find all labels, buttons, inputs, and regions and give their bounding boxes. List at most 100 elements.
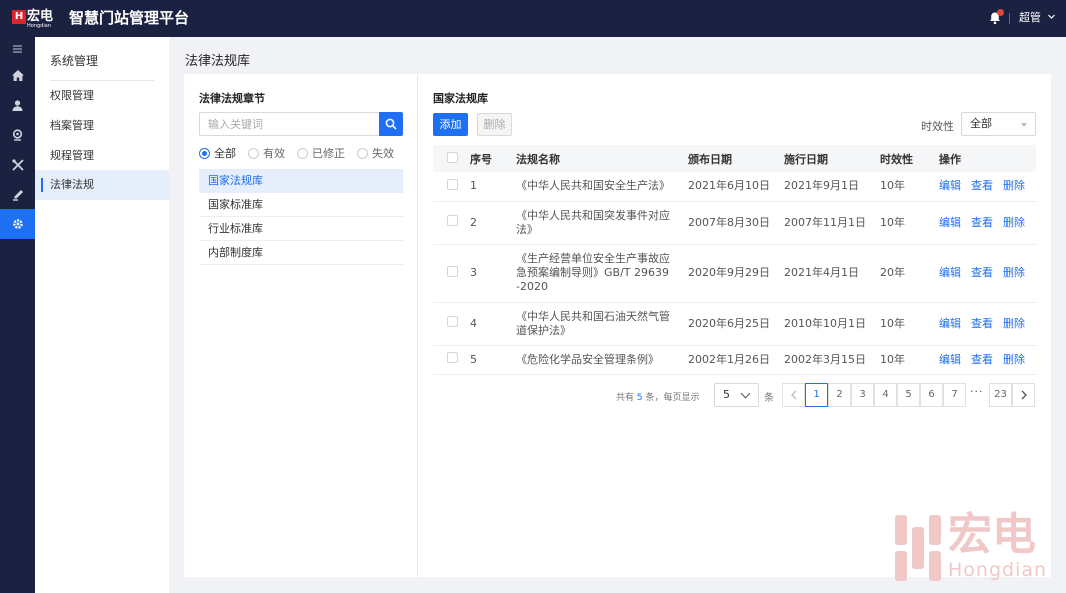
watermark-text: 宏电 <box>948 509 1036 560</box>
page-button-23[interactable]: 23 <box>989 383 1012 407</box>
col-effective: 施行日期 <box>784 145 880 172</box>
chevron-right-icon <box>1021 390 1027 400</box>
page-button-4[interactable]: 4 <box>874 383 897 407</box>
chevron-down-icon <box>1047 14 1055 19</box>
header-divider <box>1009 13 1010 24</box>
row-checkbox[interactable] <box>447 352 458 363</box>
table-row: 2 《中华人民共和国突发事件对应法》 2007年8月30日 2007年11月1日… <box>433 201 1036 245</box>
filter-invalid-radio[interactable]: 失效 <box>357 145 394 161</box>
user-name: 超管 <box>1019 11 1041 24</box>
watermark-subtext: Hongdian <box>948 559 1048 581</box>
page-button-7[interactable]: 7 <box>943 383 966 407</box>
table-row: 4 《中华人民共和国石油天然气管道保护法》 2020年6月25日 2010年10… <box>433 302 1036 346</box>
search-icon <box>385 118 397 130</box>
location-icon[interactable] <box>0 120 35 150</box>
search-button[interactable] <box>379 112 403 136</box>
category-national-standards[interactable]: 国家标准库 <box>199 193 403 217</box>
sidebar-menu: 系统管理 权限管理 档案管理 规程管理 法律法规 <box>35 37 169 593</box>
logo-text: 宏电 <box>27 9 54 24</box>
next-page-button[interactable] <box>1012 383 1035 407</box>
table-row: 3 《生产经营单位安全生产事故应急预案编制导则》GB/T 29639-2020 … <box>433 244 1036 303</box>
page-button-1[interactable]: 1 <box>805 383 828 407</box>
add-button[interactable]: 添加 <box>433 113 468 136</box>
chevron-left-icon <box>790 390 796 400</box>
panel-divider <box>417 74 418 577</box>
chevron-down-icon <box>740 388 751 399</box>
brand-watermark: 宏电 Hongdian <box>893 511 1055 583</box>
view-link[interactable]: 查看 <box>971 216 993 229</box>
chapters-title: 法律法规章节 <box>199 92 265 105</box>
logo-subtext: Hongdian <box>27 23 51 29</box>
page-button-3[interactable]: 3 <box>851 383 874 407</box>
notification-badge <box>997 9 1004 16</box>
category-industry-standards[interactable]: 行业标准库 <box>199 217 403 241</box>
notification-bell-icon[interactable] <box>988 9 1004 25</box>
view-link[interactable]: 查看 <box>971 353 993 366</box>
logo-mark: H <box>12 10 26 24</box>
app-title: 智慧门站管理平台 <box>69 9 190 27</box>
table-row: 1 《中华人民共和国安全生产法》 2021年6月10日 2021年9月1日 10… <box>433 172 1036 202</box>
page-button-5[interactable]: 5 <box>897 383 920 407</box>
col-actions: 操作 <box>939 145 1036 172</box>
delete-link[interactable]: 删除 <box>1003 179 1025 192</box>
laws-table: 序号 法规名称 颁布日期 施行日期 时效性 操作 1 《中华人民共和国安全生产法… <box>433 145 1036 375</box>
view-link[interactable]: 查看 <box>971 179 993 192</box>
menu-toggle-icon[interactable] <box>0 37 35 61</box>
page-size-select[interactable]: 5 <box>714 383 759 407</box>
sidebar-item-archives[interactable]: 档案管理 <box>35 111 169 141</box>
search-input[interactable] <box>199 112 379 136</box>
delete-link[interactable]: 删除 <box>1003 317 1025 330</box>
view-link[interactable]: 查看 <box>971 317 993 330</box>
sidebar-item-permissions[interactable]: 权限管理 <box>35 81 169 111</box>
page-title: 法律法规库 <box>185 54 251 69</box>
pagination-ellipsis: ··· <box>970 385 984 398</box>
dropdown-arrow-icon <box>1021 123 1027 127</box>
library-title: 国家法规库 <box>433 92 488 105</box>
sidebar-item-procedures[interactable]: 规程管理 <box>35 141 169 171</box>
edit-link[interactable]: 编辑 <box>939 216 961 229</box>
top-bar: H 宏电 Hongdian 智慧门站管理平台 超管 <box>0 0 1066 37</box>
gear-icon[interactable] <box>0 209 35 239</box>
filter-all-radio[interactable]: 全部 <box>199 145 236 161</box>
row-checkbox[interactable] <box>447 316 458 327</box>
validity-filter-label: 时效性 <box>921 120 954 133</box>
col-validity: 时效性 <box>880 145 939 172</box>
edit-link[interactable]: 编辑 <box>939 317 961 330</box>
edit-link[interactable]: 编辑 <box>939 353 961 366</box>
col-index: 序号 <box>470 145 516 172</box>
user-menu[interactable]: 超管 <box>1019 11 1056 25</box>
category-internal-rules[interactable]: 内部制度库 <box>199 241 403 265</box>
watermark-logo-icon <box>895 515 941 581</box>
prev-page-button[interactable] <box>782 383 805 407</box>
tools-icon[interactable] <box>0 150 35 180</box>
edit-link[interactable]: 编辑 <box>939 179 961 192</box>
pagination-total: 共有 5 条，每页显示 <box>616 393 700 403</box>
select-all-checkbox[interactable] <box>447 151 458 163</box>
category-national-laws[interactable]: 国家法规库 <box>199 169 403 193</box>
validity-select[interactable]: 全部 <box>961 112 1036 136</box>
page-size-unit: 条 <box>764 393 774 404</box>
pen-icon[interactable] <box>0 180 35 210</box>
home-icon[interactable] <box>0 60 35 90</box>
delete-link[interactable]: 删除 <box>1003 266 1025 279</box>
delete-link[interactable]: 删除 <box>1003 353 1025 366</box>
row-checkbox[interactable] <box>447 215 458 226</box>
brand-logo: H 宏电 Hongdian <box>12 9 56 29</box>
edit-link[interactable]: 编辑 <box>939 266 961 279</box>
status-filter: 全部 有效 已修正 失效 <box>199 145 406 161</box>
delete-link[interactable]: 删除 <box>1003 216 1025 229</box>
page-button-2[interactable]: 2 <box>828 383 851 407</box>
col-published: 颁布日期 <box>688 145 784 172</box>
table-header: 序号 法规名称 颁布日期 施行日期 时效性 操作 <box>433 145 1036 172</box>
user-icon[interactable] <box>0 90 35 120</box>
icon-sidebar <box>0 37 35 593</box>
sidebar-item-laws[interactable]: 法律法规 <box>35 170 169 200</box>
view-link[interactable]: 查看 <box>971 266 993 279</box>
row-checkbox[interactable] <box>447 265 458 277</box>
delete-button[interactable]: 删除 <box>477 113 512 136</box>
page-button-6[interactable]: 6 <box>920 383 943 407</box>
filter-amended-radio[interactable]: 已修正 <box>297 145 345 161</box>
filter-valid-radio[interactable]: 有效 <box>248 145 285 161</box>
row-checkbox[interactable] <box>447 178 458 190</box>
col-name: 法规名称 <box>516 145 688 172</box>
